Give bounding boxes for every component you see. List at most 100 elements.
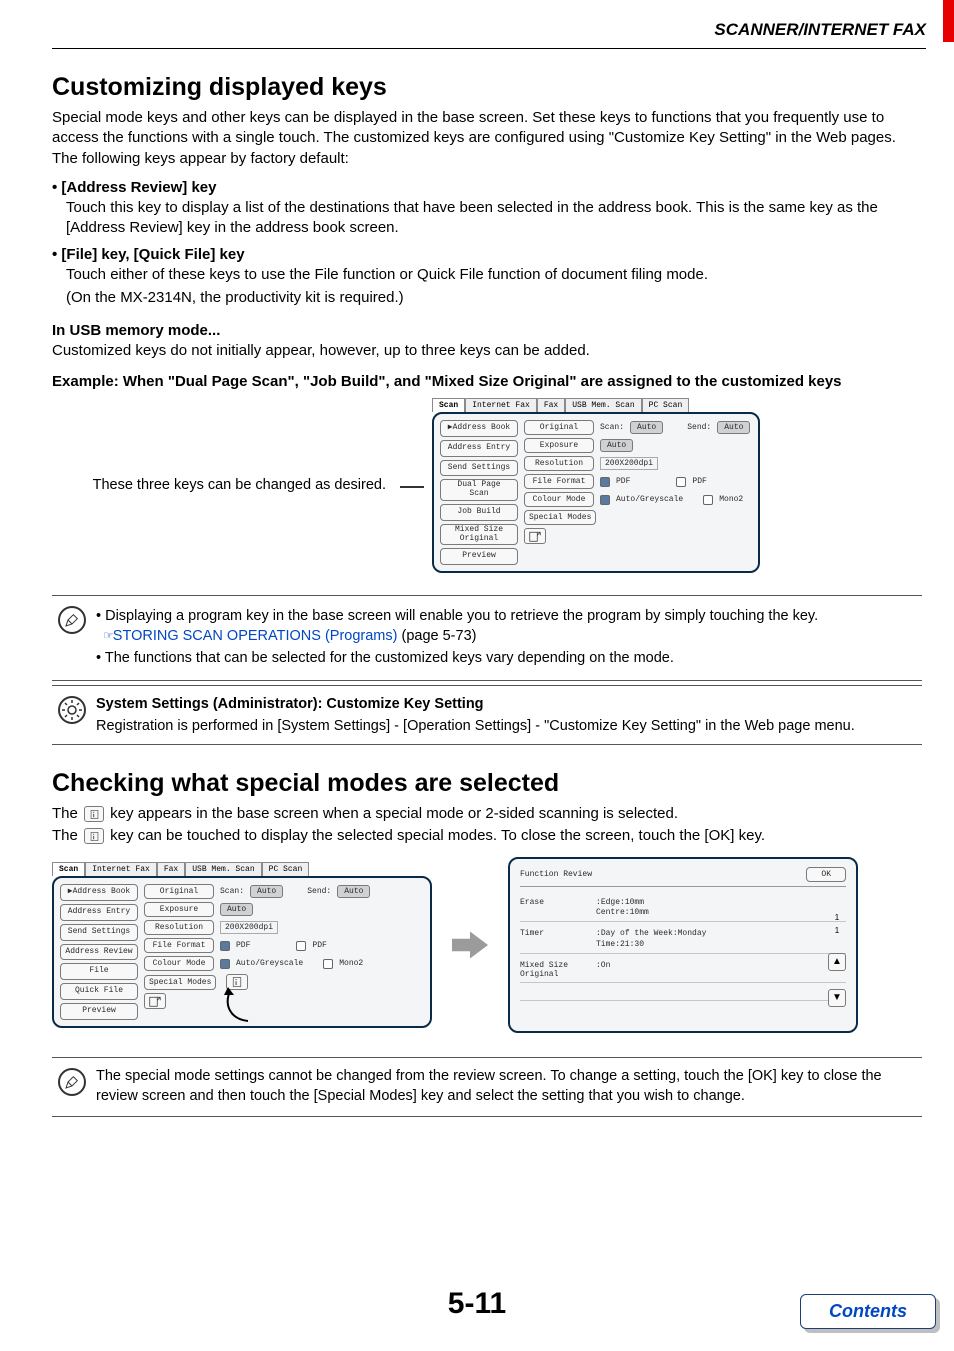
- val-exposure: Auto: [600, 439, 633, 452]
- review-row-timer-val: Day of the Week:Monday Time:21:30: [596, 929, 706, 948]
- val-exposure-2: Auto: [220, 903, 253, 916]
- row-exposure-2[interactable]: Exposure: [144, 902, 214, 917]
- tab-internet-fax-2[interactable]: Internet Fax: [85, 862, 157, 876]
- label-send: Send:: [687, 423, 711, 432]
- row-original-2[interactable]: Original: [144, 884, 214, 899]
- pdf-color-icon: [600, 477, 610, 487]
- tab-pc-scan[interactable]: PC Scan: [642, 398, 690, 412]
- note1-bullet2: • The functions that can be selected for…: [96, 648, 818, 668]
- row-resolution-2[interactable]: Resolution: [144, 920, 214, 935]
- tab-scan-2[interactable]: Scan: [52, 862, 85, 876]
- page-indicator-bottom: 1: [835, 926, 839, 935]
- btn-preview-2[interactable]: Preview: [60, 1003, 138, 1020]
- label-scan-2: Scan:: [220, 887, 244, 896]
- val-fileformat-2: PDF: [692, 477, 706, 486]
- val-colour-2: Mono2: [719, 495, 743, 504]
- example-panel: Scan Internet Fax Fax USB Mem. Scan PC S…: [432, 398, 760, 573]
- flow-arrow-icon: [450, 931, 490, 959]
- info-icon-inline-1: [84, 806, 104, 822]
- colour-icon: [600, 495, 610, 505]
- val-fileformat-1: PDF: [616, 477, 630, 486]
- tab-usb-mem-scan-2[interactable]: USB Mem. Scan: [185, 862, 261, 876]
- val-send-2: Auto: [337, 885, 370, 898]
- info-icon-inline-2: [84, 828, 104, 844]
- note-box-1: • Displaying a program key in the base s…: [52, 595, 922, 681]
- review-row-empty2: [520, 1005, 846, 1019]
- btn-dual-page-scan[interactable]: Dual Page Scan: [440, 479, 518, 501]
- btn-send-settings[interactable]: Send Settings: [440, 460, 518, 477]
- colour-icon-2: [220, 959, 230, 969]
- bullet-address-review-body: Touch this key to display a list of the …: [66, 198, 922, 239]
- left-button-column: ▶Address Book Address Entry Send Setting…: [440, 420, 518, 565]
- btn-address-review-2[interactable]: Address Review: [60, 944, 138, 961]
- review-row-erase-val: Edge:10mm Centre:10mm: [596, 898, 649, 917]
- usb-mode-body: Customized keys do not initially appear,…: [52, 341, 922, 361]
- gear-icon: [58, 696, 86, 724]
- btn-address-book[interactable]: ▶Address Book: [440, 420, 518, 437]
- review-row-timer-label: Timer: [520, 929, 590, 938]
- section-heading-customizing: Customizing displayed keys: [52, 73, 922, 102]
- val-colour-1: Auto/Greyscale: [616, 495, 683, 504]
- review-row-mixed-label: Mixed Size Original: [520, 961, 590, 979]
- row-colour-mode-2[interactable]: Colour Mode: [144, 956, 214, 971]
- ok-button[interactable]: OK: [806, 867, 846, 882]
- tab-internet-fax[interactable]: Internet Fax: [465, 398, 537, 412]
- base-panel: Scan Internet Fax Fax USB Mem. Scan PC S…: [52, 862, 432, 1028]
- contents-button[interactable]: Contents: [800, 1294, 936, 1329]
- pdf-bw-icon: [676, 477, 686, 487]
- row-colour-mode[interactable]: Colour Mode: [524, 492, 594, 507]
- tab-fax[interactable]: Fax: [537, 398, 565, 412]
- btn-job-build[interactable]: Job Build: [440, 504, 518, 521]
- checking-line2: The key can be touched to display the se…: [52, 826, 922, 846]
- bullet-address-review-head: • [Address Review] key: [52, 179, 922, 196]
- pencil-icon-2: [58, 1068, 86, 1096]
- scroll-down-button[interactable]: ▼: [828, 989, 846, 1007]
- btn-mixed-size-original[interactable]: Mixed Size Original: [440, 524, 518, 546]
- panel-tabs: Scan Internet Fax Fax USB Mem. Scan PC S…: [432, 398, 760, 412]
- btn-file-2[interactable]: File: [60, 963, 138, 980]
- review-title: Function Review: [520, 870, 592, 879]
- btn-address-book-2[interactable]: ▶Address Book: [60, 884, 138, 901]
- row-special-modes-2[interactable]: Special Modes: [144, 975, 216, 990]
- bullet-file-key-body1: Touch either of these keys to use the Fi…: [66, 265, 922, 285]
- btn-quick-file-2[interactable]: Quick File: [60, 983, 138, 1000]
- example-caption: These three keys can be changed as desir…: [52, 476, 392, 496]
- example-heading: Example: When "Dual Page Scan", "Job Bui…: [52, 373, 922, 390]
- tab-pc-scan-2[interactable]: PC Scan: [262, 862, 310, 876]
- page-indicator-top: 1: [835, 913, 839, 922]
- page-header: SCANNER/INTERNET FAX: [0, 0, 954, 46]
- row-resolution[interactable]: Resolution: [524, 456, 594, 471]
- bullet-file-key-head: • [File] key, [Quick File] key: [52, 246, 922, 263]
- checking-line1: The key appears in the base screen when …: [52, 804, 922, 824]
- tab-fax-2[interactable]: Fax: [157, 862, 185, 876]
- val-colour-1b: Auto/Greyscale: [236, 959, 303, 968]
- usb-mode-head: In USB memory mode...: [52, 322, 922, 339]
- expand-icon-button-2[interactable]: [144, 993, 166, 1009]
- panels-row: Scan Internet Fax Fax USB Mem. Scan PC S…: [52, 857, 922, 1034]
- val-send: Auto: [717, 421, 750, 434]
- row-file-format-2[interactable]: File Format: [144, 938, 214, 953]
- scroll-up-button[interactable]: ▲: [828, 953, 846, 971]
- scroll-column: 1 1 ▲ ▼: [828, 913, 846, 1007]
- val-fileformat-1b: PDF: [236, 941, 250, 950]
- row-file-format[interactable]: File Format: [524, 474, 594, 489]
- btn-send-settings-2[interactable]: Send Settings: [60, 924, 138, 941]
- btn-preview[interactable]: Preview: [440, 548, 518, 565]
- intro-paragraph: Special mode keys and other keys can be …: [52, 108, 922, 169]
- row-original[interactable]: Original: [524, 420, 594, 435]
- btn-address-entry-2[interactable]: Address Entry: [60, 904, 138, 921]
- note1-link[interactable]: ☞STORING SCAN OPERATIONS (Programs): [104, 628, 397, 644]
- pencil-icon: [58, 606, 86, 634]
- row-special-modes[interactable]: Special Modes: [524, 510, 596, 525]
- expand-icon-button[interactable]: [524, 528, 546, 544]
- mono-icon-2: [323, 959, 333, 969]
- header-red-strip: [943, 0, 954, 42]
- row-exposure[interactable]: Exposure: [524, 438, 594, 453]
- review-row-erase-label: Erase: [520, 898, 590, 907]
- btn-address-entry[interactable]: Address Entry: [440, 440, 518, 457]
- tab-scan[interactable]: Scan: [432, 398, 465, 412]
- section-heading-checking: Checking what special modes are selected: [52, 769, 922, 798]
- tab-usb-mem-scan[interactable]: USB Mem. Scan: [565, 398, 641, 412]
- note2-body: The special mode settings cannot be chan…: [96, 1066, 912, 1106]
- note1-link-suffix: (page 5-73): [397, 628, 476, 644]
